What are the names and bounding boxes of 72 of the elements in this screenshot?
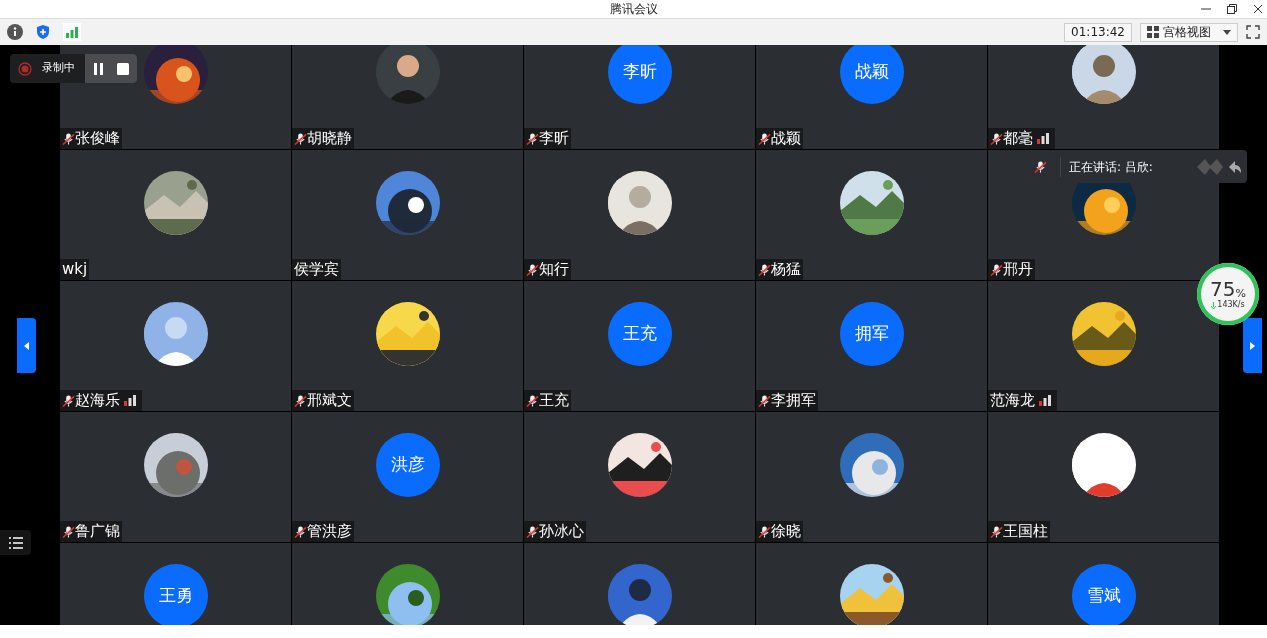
participant-name: 都毫 bbox=[1003, 128, 1033, 149]
fullscreen-icon[interactable] bbox=[1246, 25, 1260, 39]
muted-mic-icon bbox=[758, 393, 771, 408]
participant-name: 管洪彦 bbox=[307, 521, 352, 542]
participant-name: 王充 bbox=[539, 390, 569, 411]
recording-label: 录制中 bbox=[42, 60, 75, 77]
participant-name: 张俊峰 bbox=[75, 128, 120, 149]
participant-name: 赵海乐 bbox=[75, 390, 120, 411]
download-arrow-icon bbox=[1211, 301, 1217, 309]
muted-mic-icon bbox=[758, 262, 771, 277]
list-button[interactable] bbox=[0, 530, 31, 555]
initials-avatar: 王勇 bbox=[143, 564, 208, 625]
signal-icon[interactable] bbox=[63, 23, 81, 41]
muted-mic-icon bbox=[526, 393, 539, 408]
gauge-unit: % bbox=[1235, 288, 1246, 299]
participant-name: 鲁广锦 bbox=[75, 521, 120, 542]
participant-name: 杨猛 bbox=[771, 259, 801, 280]
participant-name: 徐晓 bbox=[771, 521, 801, 542]
gauge-percent: 75 bbox=[1210, 279, 1236, 299]
muted-mic-icon bbox=[758, 131, 771, 146]
initials-avatar: 战颖 bbox=[839, 45, 904, 104]
muted-mic-icon bbox=[62, 393, 75, 408]
muted-mic-icon bbox=[990, 131, 1003, 146]
view-dropdown[interactable]: 宫格视图 bbox=[1140, 22, 1238, 42]
record-icon bbox=[18, 61, 32, 76]
initials-avatar: 雪斌 bbox=[1071, 564, 1136, 625]
participant-name: 邢斌文 bbox=[307, 390, 352, 411]
pause-icon bbox=[94, 62, 104, 75]
signal-icon bbox=[1039, 395, 1051, 406]
initials-avatar: 王充 bbox=[607, 302, 672, 366]
initials-avatar: 拥军 bbox=[839, 302, 904, 366]
muted-mic-icon bbox=[1033, 159, 1047, 174]
left-arrow-icon bbox=[24, 341, 29, 350]
signal-icon bbox=[1037, 133, 1049, 144]
window-title: 腾讯会议 bbox=[609, 3, 658, 15]
participant-name: 胡晓静 bbox=[307, 128, 352, 149]
restore-icon[interactable] bbox=[1227, 4, 1237, 14]
muted-mic-icon bbox=[990, 524, 1003, 539]
participant-name: 知行 bbox=[539, 259, 569, 280]
muted-mic-icon bbox=[758, 524, 771, 539]
shield-icon[interactable] bbox=[35, 24, 51, 40]
muted-mic-icon bbox=[62, 131, 75, 146]
right-arrow-icon bbox=[1250, 341, 1255, 350]
muted-mic-icon bbox=[526, 262, 539, 277]
meeting-timer: 01:13:42 bbox=[1064, 22, 1132, 42]
muted-mic-icon bbox=[294, 524, 307, 539]
participant-name: 王国柱 bbox=[1003, 521, 1048, 542]
close-icon[interactable] bbox=[1253, 4, 1263, 14]
participant-name: 范海龙 bbox=[990, 390, 1035, 411]
muted-mic-icon bbox=[62, 524, 75, 539]
muted-mic-icon bbox=[294, 131, 307, 146]
participant-name: 战颖 bbox=[771, 128, 801, 149]
caret-icon bbox=[1223, 29, 1231, 35]
stop-icon bbox=[117, 62, 129, 75]
speaking-text: 正在讲话: 吕欣: bbox=[1069, 158, 1153, 176]
participant-name: wkj bbox=[62, 259, 88, 280]
muted-mic-icon bbox=[526, 131, 539, 146]
info-icon[interactable] bbox=[7, 24, 23, 40]
muted-mic-icon bbox=[294, 393, 307, 408]
grid-icon bbox=[1147, 26, 1159, 38]
participant-name: 李昕 bbox=[539, 128, 569, 149]
signal-icon bbox=[124, 395, 136, 406]
participant-name: 侯学宾 bbox=[294, 259, 339, 280]
gauge-speed: 143K/s bbox=[1217, 301, 1245, 309]
participant-name: 孙冰心 bbox=[539, 521, 584, 542]
muted-mic-icon bbox=[990, 262, 1003, 277]
participant-name: 李拥军 bbox=[771, 390, 816, 411]
initials-avatar: 洪彦 bbox=[375, 433, 440, 497]
list-icon bbox=[8, 536, 23, 549]
muted-mic-icon bbox=[526, 524, 539, 539]
participant-name: 邢丹 bbox=[1003, 259, 1033, 280]
initials-avatar: 李昕 bbox=[607, 45, 672, 104]
